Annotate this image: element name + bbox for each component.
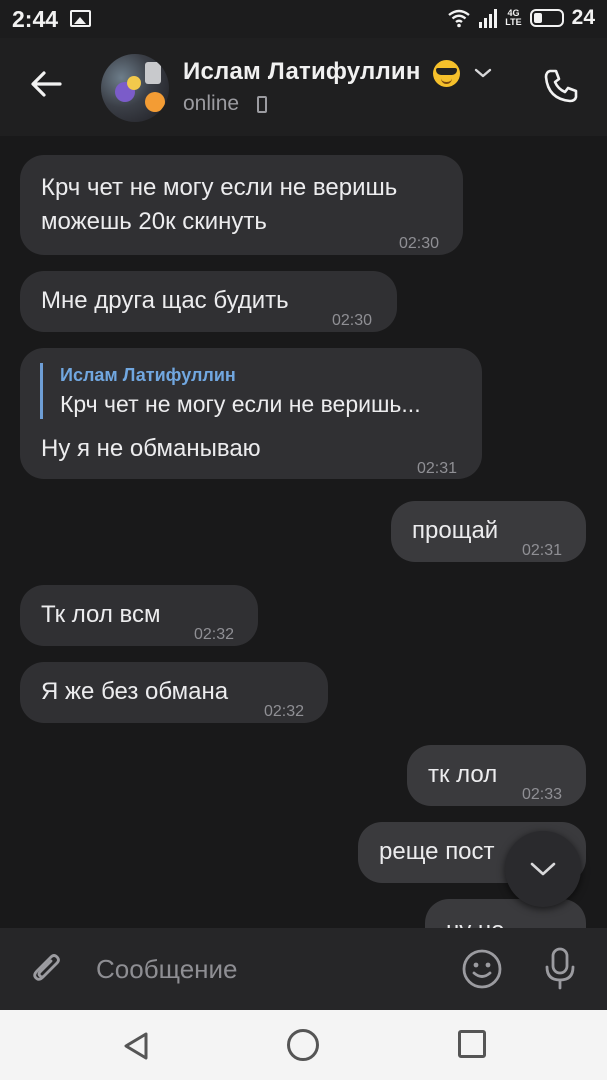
contact-name[interactable]: Ислам Латифуллин — [183, 58, 421, 86]
sunglasses-emoji-icon — [433, 60, 460, 87]
message-bubble-incoming[interactable]: Крч чет не могу если не веришь можешь 20… — [20, 155, 463, 255]
message-text: Крч чет не могу если не веришь — [41, 174, 398, 201]
message-time: 02:33 — [522, 786, 563, 803]
network-type-icon: 4G LTE — [505, 8, 522, 27]
message-text: Тк лол всм — [41, 601, 161, 628]
message-time: 02:32 — [264, 703, 305, 720]
message-text: Ну я не обманываю — [41, 435, 261, 462]
contact-avatar[interactable] — [101, 54, 169, 122]
message-time: 02:30 — [332, 312, 373, 329]
wifi-icon — [448, 9, 471, 28]
message-list[interactable]: Крч чет не могу если не веришь можешь 20… — [0, 136, 607, 928]
message-time: 02:31 — [417, 460, 458, 477]
message-bubble-outgoing[interactable]: тк лол 02:33 — [407, 745, 586, 806]
back-arrow-icon[interactable] — [26, 64, 66, 104]
status-time: 2:44 — [12, 6, 59, 32]
microphone-icon[interactable] — [540, 946, 580, 992]
message-text: можешь 20к скинуть — [41, 208, 267, 235]
gallery-notification-icon — [70, 10, 91, 27]
message-input[interactable] — [96, 948, 436, 990]
system-navigation-bar — [0, 1010, 607, 1080]
message-time: 02:31 — [522, 542, 563, 559]
reply-text: Крч чет не могу если не веришь... — [60, 391, 421, 417]
nav-recents-icon[interactable] — [458, 1030, 486, 1058]
paperclip-icon[interactable] — [26, 948, 68, 990]
signal-icon — [479, 8, 498, 28]
mobile-device-icon — [257, 96, 267, 113]
message-text: ну но — [446, 914, 505, 928]
chevron-down-icon — [530, 862, 556, 876]
message-bubble-incoming-reply[interactable]: Ислам Латифуллин Крч чет не могу если не… — [20, 348, 482, 479]
reply-quote[interactable]: Ислам Латифуллин Крч чет не могу если не… — [40, 363, 421, 419]
message-text: реще пост — [379, 838, 495, 865]
reply-author: Ислам Латифуллин — [60, 365, 236, 385]
message-text: Я же без обмана — [41, 678, 229, 705]
message-text: тк лол — [428, 761, 498, 788]
message-text: прощай — [412, 517, 499, 544]
phone-call-icon[interactable] — [541, 66, 581, 106]
status-bar: 2:44 4G LTE 24 — [0, 0, 607, 38]
scroll-to-bottom-button[interactable] — [505, 831, 581, 907]
message-text: Мне друга щас будить — [41, 287, 289, 314]
message-time: 02:32 — [194, 626, 235, 643]
message-bubble-outgoing[interactable]: ну но — [425, 899, 586, 928]
battery-level: 24 — [571, 6, 595, 29]
message-bubble-outgoing[interactable]: прощай 02:31 — [391, 501, 586, 562]
message-bubble-incoming[interactable]: Мне друга щас будить 02:30 — [20, 271, 397, 332]
nav-back-icon[interactable] — [120, 1030, 152, 1062]
contact-status: online — [183, 92, 240, 115]
status-icons: 4G LTE 24 — [447, 6, 595, 30]
message-bubble-incoming[interactable]: Я же без обмана 02:32 — [20, 662, 328, 723]
chat-header: Ислам Латифуллин online — [0, 38, 607, 136]
message-time: 02:30 — [399, 235, 440, 252]
message-bubble-incoming[interactable]: Тк лол всм 02:32 — [20, 585, 258, 646]
battery-icon — [529, 9, 564, 27]
chevron-down-icon[interactable] — [474, 66, 492, 80]
message-composer — [0, 928, 607, 1010]
nav-home-icon[interactable] — [287, 1029, 319, 1061]
emoji-icon[interactable] — [461, 948, 503, 990]
